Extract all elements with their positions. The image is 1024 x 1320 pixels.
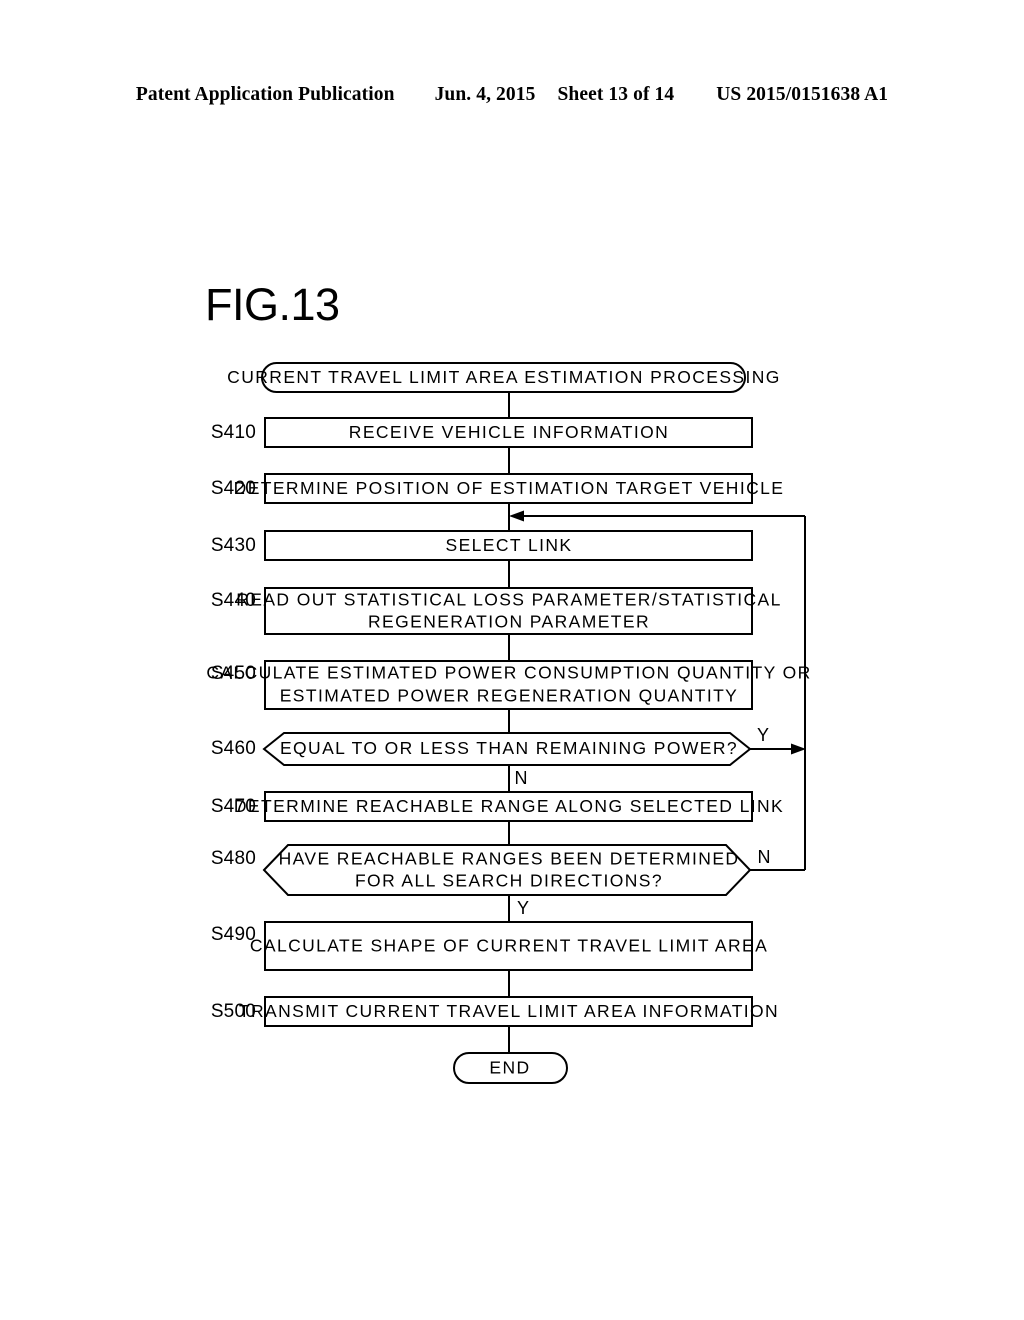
branch-label-s480-n: N bbox=[758, 847, 771, 867]
s420-line-1: DETERMINE POSITION OF ESTIMATION TARGET … bbox=[234, 478, 785, 498]
node-s410[interactable]: S410 RECEIVE VEHICLE INFORMATION bbox=[211, 417, 753, 448]
s430-line-1: SELECT LINK bbox=[446, 535, 573, 555]
s450-line-2: ESTIMATED POWER REGENERATION QUANTITY bbox=[280, 686, 739, 706]
node-s490[interactable]: S490 CALCULATE SHAPE OF CURRENT TRAVEL L… bbox=[211, 921, 768, 971]
branch-label-s480-y: Y bbox=[517, 898, 529, 918]
step-label-s480: S480 bbox=[211, 848, 256, 869]
step-label-s460: S460 bbox=[211, 738, 256, 759]
s440-line-2: REGENERATION PARAMETER bbox=[368, 612, 650, 632]
s500-line-1: TRANSMIT CURRENT TRAVEL LIMIT AREA INFOR… bbox=[239, 1001, 779, 1021]
start-terminator-label: CURRENT TRAVEL LIMIT AREA ESTIMATION PRO… bbox=[227, 367, 781, 387]
arrowhead-s460-y bbox=[791, 743, 806, 755]
node-s470[interactable]: S470 DETERMINE REACHABLE RANGE ALONG SEL… bbox=[211, 791, 784, 822]
node-s450[interactable]: S450 CALCULATE ESTIMATED POWER CONSUMPTI… bbox=[206, 660, 811, 710]
s490-line-1: CALCULATE SHAPE OF CURRENT TRAVEL LIMIT … bbox=[250, 936, 768, 956]
s440-line-1: READ OUT STATISTICAL LOSS PARAMETER/STAT… bbox=[236, 590, 782, 610]
node-s480[interactable]: S480 HAVE REACHABLE RANGES BEEN DETERMIN… bbox=[211, 844, 752, 896]
node-s440[interactable]: S440 READ OUT STATISTICAL LOSS PARAMETER… bbox=[211, 587, 782, 635]
node-s420[interactable]: S420 DETERMINE POSITION OF ESTIMATION TA… bbox=[211, 473, 785, 504]
arrowhead-loop-return bbox=[509, 510, 524, 522]
s480-line-1: HAVE REACHABLE RANGES BEEN DETERMINED bbox=[279, 849, 740, 869]
node-end[interactable]: END bbox=[453, 1052, 568, 1084]
node-s430[interactable]: S430 SELECT LINK bbox=[211, 530, 753, 561]
end-terminator-label: END bbox=[489, 1058, 530, 1078]
node-start[interactable]: CURRENT TRAVEL LIMIT AREA ESTIMATION PRO… bbox=[227, 362, 781, 393]
s410-line-1: RECEIVE VEHICLE INFORMATION bbox=[349, 422, 669, 442]
branch-label-s460-n: N bbox=[515, 768, 528, 788]
s480-line-2: FOR ALL SEARCH DIRECTIONS? bbox=[355, 871, 663, 891]
node-s500[interactable]: S500 TRANSMIT CURRENT TRAVEL LIMIT AREA … bbox=[211, 996, 779, 1027]
step-label-s430: S430 bbox=[211, 535, 256, 556]
s450-line-1: CALCULATE ESTIMATED POWER CONSUMPTION QU… bbox=[206, 663, 811, 683]
step-label-s410: S410 bbox=[211, 422, 256, 443]
branch-label-s460-y: Y bbox=[757, 725, 769, 745]
s460-line-1: EQUAL TO OR LESS THAN REMAINING POWER? bbox=[280, 738, 738, 758]
flowchart-diagram: Y N N Y CURRENT TRAVEL LIMIT AREA ESTIMA… bbox=[206, 362, 811, 1084]
s470-line-1: DETERMINE REACHABLE RANGE ALONG SELECTED… bbox=[234, 796, 784, 816]
node-s460[interactable]: S460 EQUAL TO OR LESS THAN REMAINING POW… bbox=[211, 732, 752, 766]
